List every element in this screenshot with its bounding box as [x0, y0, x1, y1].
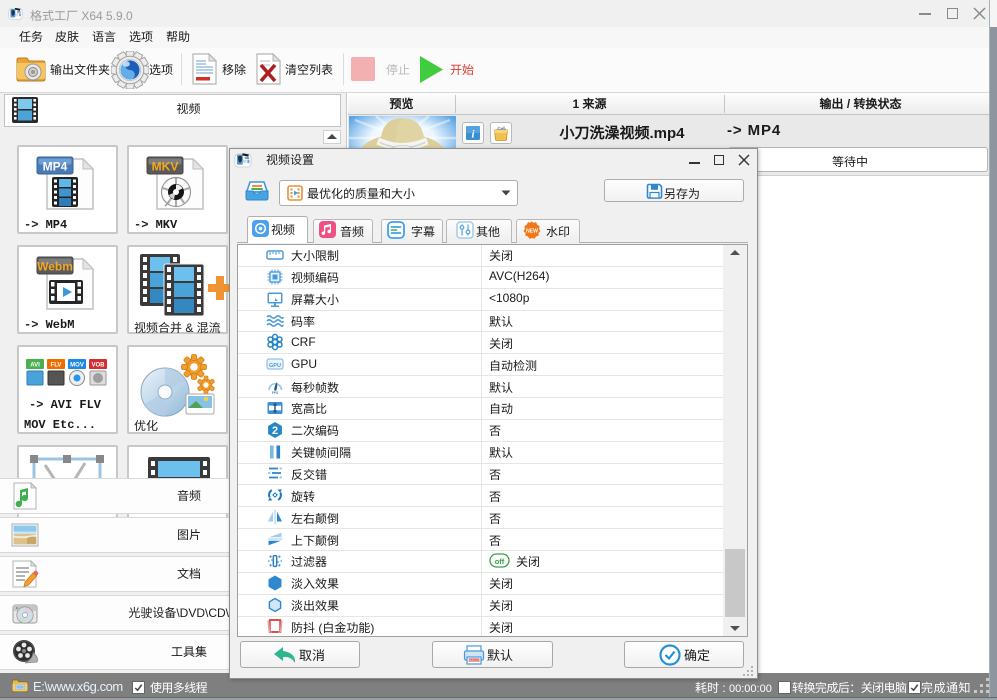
svg-text:MP4: MP4 [43, 160, 68, 174]
svg-text:2: 2 [272, 425, 278, 437]
svg-text:NEW: NEW [526, 228, 538, 234]
svg-text:VOB: VOB [91, 363, 105, 369]
svg-text:AVI: AVI [30, 363, 40, 369]
svg-text:GPU: GPU [269, 363, 281, 369]
svg-text:MKV: MKV [152, 160, 179, 174]
svg-text:off: off [495, 557, 505, 566]
svg-text:Webm: Webm [37, 260, 73, 274]
svg-text:FLV: FLV [51, 363, 62, 369]
svg-text:FPS: FPS [272, 391, 279, 395]
svg-text:DEFAULT: DEFAULT [468, 658, 480, 662]
svg-text:MOV: MOV [70, 363, 84, 369]
